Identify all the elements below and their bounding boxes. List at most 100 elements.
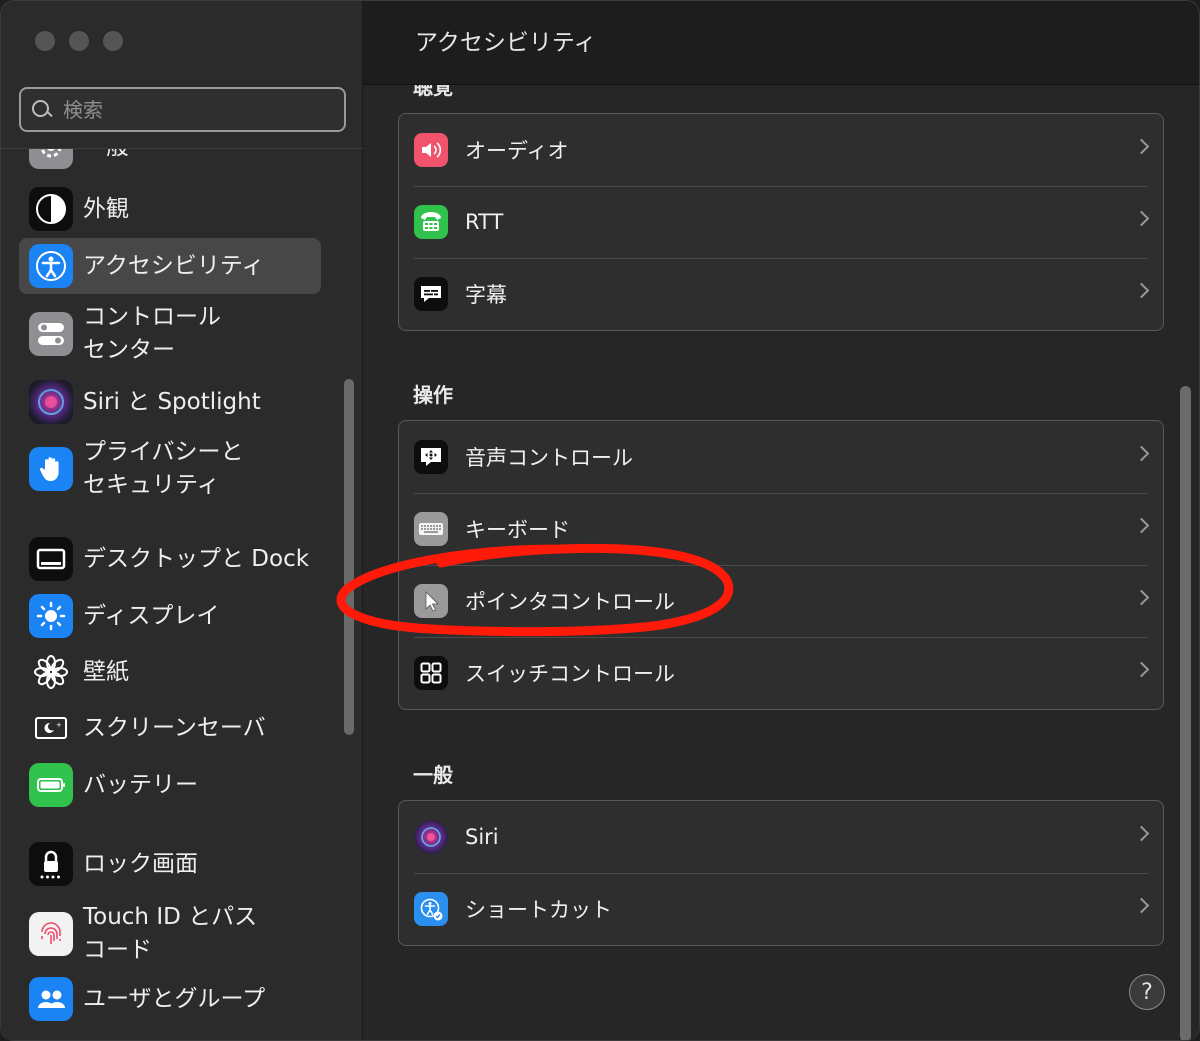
row-label: Siri: [465, 825, 499, 849]
sidebar-item-label: アクセシビリティ: [83, 252, 265, 279]
sidebar-item-general[interactable]: 一般: [19, 149, 321, 169]
sidebar-item-display[interactable]: ディスプレイ: [19, 593, 321, 639]
svg-text:+: +: [56, 721, 62, 729]
sidebar: 一般 外観 アクセシビリティ コントロール センター: [1, 1, 363, 1040]
rtt-icon: [414, 205, 448, 239]
chevron-right-icon: [1133, 282, 1150, 299]
sidebar-item-label: 壁紙: [83, 658, 129, 685]
sidebar-item-appearance[interactable]: 外観: [19, 187, 321, 231]
row-label: ポインタコントロール: [465, 590, 675, 614]
flower-icon: [29, 650, 73, 694]
speaker-icon: [414, 133, 448, 167]
settings-row-voice-control[interactable]: 音声コントロール: [399, 421, 1163, 493]
chevron-right-icon: [1133, 445, 1150, 462]
sidebar-item-wallpaper[interactable]: 壁紙: [19, 649, 321, 695]
sun-icon: [29, 594, 73, 638]
sidebar-item-touch-id[interactable]: Touch ID とパス コード: [19, 899, 321, 969]
window-controls: [35, 31, 123, 51]
zoom-button[interactable]: [103, 31, 123, 51]
sidebar-scrollbar[interactable]: [344, 379, 354, 735]
sidebar-item-desktop-dock[interactable]: デスクトップと Dock: [19, 536, 321, 582]
row-label: キーボード: [465, 518, 570, 542]
chevron-right-icon: [1133, 589, 1150, 606]
gear-icon: [29, 149, 73, 169]
sidebar-item-label: バッテリー: [83, 771, 198, 798]
voice-control-icon: [414, 440, 448, 474]
main-content: 聴覚 オーディオ RTT 字幕 操作 音声コントロール キーボード ポインタコン…: [363, 85, 1199, 1040]
settings-row-shortcut[interactable]: ショートカット: [399, 873, 1163, 945]
chevron-right-icon: [1133, 661, 1150, 678]
search-field[interactable]: [19, 87, 346, 132]
sidebar-item-control-center[interactable]: コントロール センター: [19, 299, 321, 369]
shortcut-icon: [414, 892, 448, 926]
title-bar: アクセシビリティ: [363, 1, 1199, 85]
settings-window: 一般 外観 アクセシビリティ コントロール センター: [0, 0, 1200, 1041]
sidebar-item-lock-screen[interactable]: ロック画面: [19, 841, 321, 887]
fingerprint-icon: [29, 912, 73, 956]
pointer-icon: [414, 584, 448, 618]
settings-row-switch-control[interactable]: スイッチコントロール: [399, 637, 1163, 709]
page-title: アクセシビリティ: [415, 30, 597, 56]
hand-icon: [29, 447, 73, 491]
siri-icon: [414, 820, 448, 854]
content-scrollbar[interactable]: [1180, 386, 1191, 1040]
sidebar-item-label: ディスプレイ: [83, 602, 220, 629]
sidebar-item-label: コントロール センター: [83, 304, 221, 363]
lock-icon: [29, 842, 73, 886]
row-label: RTT: [465, 210, 504, 234]
battery-icon: [29, 763, 73, 807]
sidebar-item-label: ユーザとグループ: [83, 985, 266, 1012]
sidebar-item-label: スクリーンセーバ: [83, 714, 266, 741]
close-button[interactable]: [35, 31, 55, 51]
caption-icon: [414, 277, 448, 311]
sidebar-item-privacy-security[interactable]: プライバシーと セキュリティ: [19, 434, 321, 504]
row-label: 字幕: [465, 283, 507, 307]
sidebar-item-label: 一般: [83, 149, 129, 164]
settings-row-siri[interactable]: Siri: [399, 801, 1163, 873]
sidebar-item-label: ロック画面: [83, 850, 198, 877]
settings-row-keyboard[interactable]: キーボード: [399, 493, 1163, 565]
row-label: ショートカット: [465, 898, 612, 922]
sidebar-item-battery[interactable]: バッテリー: [19, 762, 321, 808]
chevron-right-icon: [1133, 210, 1150, 227]
row-label: オーディオ: [465, 139, 569, 163]
screensaver-icon: +: [29, 706, 73, 750]
sidebar-item-users-groups[interactable]: ユーザとグループ: [19, 976, 321, 1022]
switch-control-icon: [414, 656, 448, 690]
sidebar-item-siri-spotlight[interactable]: Siri と Spotlight: [19, 379, 321, 425]
sidebar-item-label: Siri と Spotlight: [83, 388, 261, 415]
dock-icon: [29, 537, 73, 581]
sidebar-list: 一般 外観 アクセシビリティ コントロール センター: [1, 149, 341, 1040]
settings-row-audio[interactable]: オーディオ: [399, 114, 1163, 186]
section-heading-general: 一般: [413, 763, 453, 787]
general-group: Siri ショートカット: [398, 800, 1164, 946]
help-button[interactable]: ?: [1129, 974, 1165, 1010]
section-heading-motor: 操作: [413, 383, 453, 407]
control-center-icon: [29, 312, 73, 356]
chevron-right-icon: [1133, 517, 1150, 534]
row-label: 音声コントロール: [465, 446, 633, 470]
keyboard-icon: [414, 512, 448, 546]
chevron-right-icon: [1133, 138, 1150, 155]
sidebar-item-screensaver[interactable]: + スクリーンセーバ: [19, 705, 321, 751]
accessibility-icon: [29, 244, 73, 288]
search-icon: [31, 99, 53, 121]
sidebar-item-label: Touch ID とパス コード: [83, 904, 258, 963]
hearing-group: オーディオ RTT 字幕: [398, 113, 1164, 331]
search-input[interactable]: [63, 97, 323, 122]
settings-row-captions[interactable]: 字幕: [399, 258, 1163, 330]
sidebar-item-label: 外観: [83, 195, 129, 222]
row-label: スイッチコントロール: [465, 662, 675, 686]
section-heading-hearing: 聴覚: [413, 85, 453, 99]
sidebar-item-label: デスクトップと Dock: [83, 545, 310, 572]
sidebar-item-accessibility[interactable]: アクセシビリティ: [19, 238, 321, 294]
chevron-right-icon: [1133, 825, 1150, 842]
chevron-right-icon: [1133, 897, 1150, 914]
sidebar-item-label: プライバシーと セキュリティ: [83, 439, 244, 498]
minimize-button[interactable]: [69, 31, 89, 51]
motor-group: 音声コントロール キーボード ポインタコントロール スイッチコントロール: [398, 420, 1164, 710]
settings-row-pointer-control[interactable]: ポインタコントロール: [399, 565, 1163, 637]
settings-row-rtt[interactable]: RTT: [399, 186, 1163, 258]
siri-icon: [29, 380, 73, 424]
users-icon: [29, 977, 73, 1021]
